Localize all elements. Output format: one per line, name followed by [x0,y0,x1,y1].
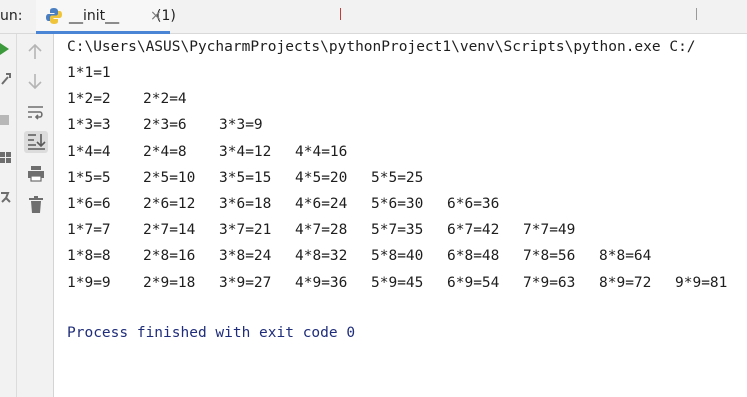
output-cell: 5*5=25 [371,169,424,186]
output-cell: 2*2=4 [143,91,187,108]
output-cell: 7*8=56 [523,248,576,265]
python-file-icon [45,7,63,25]
output-cell: 2*9=18 [143,274,196,291]
output-cell: 8*8=64 [599,248,652,265]
output-cell: 8*9=72 [599,274,652,291]
rerun-icon[interactable] [0,42,10,56]
output-cell: 4*7=28 [295,222,348,239]
output-cell: 1*1=1 [67,65,111,81]
output-cell: 2*6=12 [143,196,196,212]
output-cell: 4*9=36 [295,274,348,291]
output-cell: 1*7=7 [67,222,111,239]
output-cell: 5*8=40 [371,248,424,265]
command-line: C:\Users\ASUS\PycharmProjects\pythonProj… [67,39,696,55]
output-cell: 4*8=32 [295,248,348,265]
output-cell: 7*9=63 [523,274,576,291]
scroll-to-end-icon[interactable] [24,131,48,153]
output-cell: 4*5=20 [295,169,348,186]
trash-icon[interactable] [28,196,44,214]
output-cell: 3*3=9 [219,117,263,134]
output-cell: 5*6=30 [371,196,424,212]
output-cell: 3*8=24 [219,248,272,265]
output-cell: 3*9=27 [219,274,272,291]
output-cell: 5*9=45 [371,274,424,291]
output-cell: 6*6=36 [447,196,500,212]
output-cell: 4*4=16 [295,143,348,160]
tab-label: __init__ [69,8,120,24]
output-cell: 2*3=6 [143,117,187,134]
output-cell: 3*7=21 [219,222,272,239]
output-cell: 6*8=48 [447,248,500,265]
output-cell: 9*9=81 [675,274,728,291]
up-arrow-icon[interactable] [28,44,42,60]
exit-message: Process finished with exit code 0 [67,325,356,341]
output-cell: 1*9=9 [67,274,111,291]
output-cell: 3*4=12 [219,143,272,160]
output-cell: 1*5=5 [67,169,111,186]
output-cell: 2*8=16 [143,248,196,265]
console-actions-strip [17,34,54,397]
divider-mark [696,8,697,20]
pin-icon[interactable] [0,190,12,204]
output-cell: 5*7=35 [371,222,424,239]
output-cell: 7*7=49 [523,222,576,239]
wrench-icon[interactable] [0,72,12,86]
divider-mark [340,8,341,20]
down-arrow-icon[interactable] [28,73,42,89]
output-cell: 3*5=15 [219,169,272,186]
run-tool-window-header: un: __init__ (1) × [0,0,747,34]
output-cell: 1*3=3 [67,117,111,134]
output-cell: 1*6=6 [67,196,111,212]
run-label: un: [0,8,23,24]
output-cell: 4*6=24 [295,196,348,212]
output-cell: 1*2=2 [67,91,111,108]
output-cell: 2*5=10 [143,169,196,186]
output-cell: 1*4=4 [67,143,111,160]
output-cell: 2*4=8 [143,143,187,160]
soft-wrap-icon[interactable] [27,104,45,120]
run-actions-strip [0,34,17,397]
stop-icon[interactable] [0,114,10,126]
output-cell: 2*7=14 [143,222,196,239]
output-cell: 3*6=18 [219,196,272,212]
close-tab-icon[interactable]: × [150,8,162,24]
print-icon[interactable] [27,166,45,182]
output-cell: 6*9=54 [447,274,500,291]
output-cell: 1*8=8 [67,248,111,265]
console-output[interactable]: C:\Users\ASUS\PycharmProjects\pythonProj… [54,34,747,397]
output-cell: 6*7=42 [447,222,500,239]
layout-icon[interactable] [0,152,12,164]
